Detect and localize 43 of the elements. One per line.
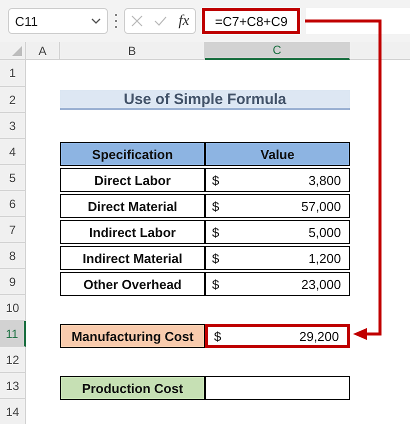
table-cell: Production Cost: [60, 376, 205, 400]
row-header[interactable]: 12: [0, 347, 26, 373]
insert-function-button[interactable]: fx: [178, 12, 190, 30]
column-header[interactable]: [350, 42, 410, 60]
row-header[interactable]: 3: [0, 113, 26, 139]
table-cell: $ 23,000: [205, 272, 350, 296]
row-header[interactable]: 1: [0, 60, 26, 87]
table-cell: Indirect Labor: [60, 220, 205, 244]
table-cell: Direct Material: [60, 194, 205, 218]
row-header[interactable]: 7: [0, 217, 26, 243]
row-header[interactable]: 11: [0, 321, 26, 347]
column-header[interactable]: C: [205, 42, 350, 60]
row-header[interactable]: 4: [0, 139, 26, 165]
formula-input-area[interactable]: [306, 8, 410, 34]
table-header: Value: [205, 142, 350, 166]
column-header[interactable]: B: [60, 42, 205, 60]
table-cell: $ 1,200: [205, 246, 350, 270]
row-header[interactable]: 13: [0, 373, 26, 399]
formula-field[interactable]: =C7+C8+C9: [202, 8, 300, 34]
name-box[interactable]: C11: [8, 8, 108, 34]
row-header[interactable]: 9: [0, 269, 26, 295]
table-cell: $ 5,000: [205, 220, 350, 244]
check-icon[interactable]: [154, 16, 168, 26]
row-header[interactable]: 2: [0, 87, 26, 113]
selected-cell[interactable]: $ 29,200: [205, 324, 350, 348]
table-header: Specification: [60, 142, 205, 166]
select-all-icon[interactable]: [12, 46, 22, 56]
column-header[interactable]: A: [26, 42, 60, 60]
row-header[interactable]: 5: [0, 165, 26, 191]
close-icon[interactable]: [130, 15, 143, 27]
table-cell: Other Overhead: [60, 272, 205, 296]
chevron-down-icon: [91, 18, 101, 24]
row-header[interactable]: 10: [0, 295, 26, 321]
table-cell: $ 57,000: [205, 194, 350, 218]
row-header[interactable]: 14: [0, 399, 26, 424]
table-cell: Indirect Material: [60, 246, 205, 270]
table-cell: Direct Labor: [60, 168, 205, 192]
table-cell: Manufacturing Cost: [60, 324, 205, 348]
table-cell: $ 3,800: [205, 168, 350, 192]
sheet-title: Use of Simple Formula: [60, 90, 350, 110]
drag-handle-icon[interactable]: [114, 14, 118, 28]
row-header[interactable]: 8: [0, 243, 26, 269]
row-header[interactable]: 6: [0, 191, 26, 217]
